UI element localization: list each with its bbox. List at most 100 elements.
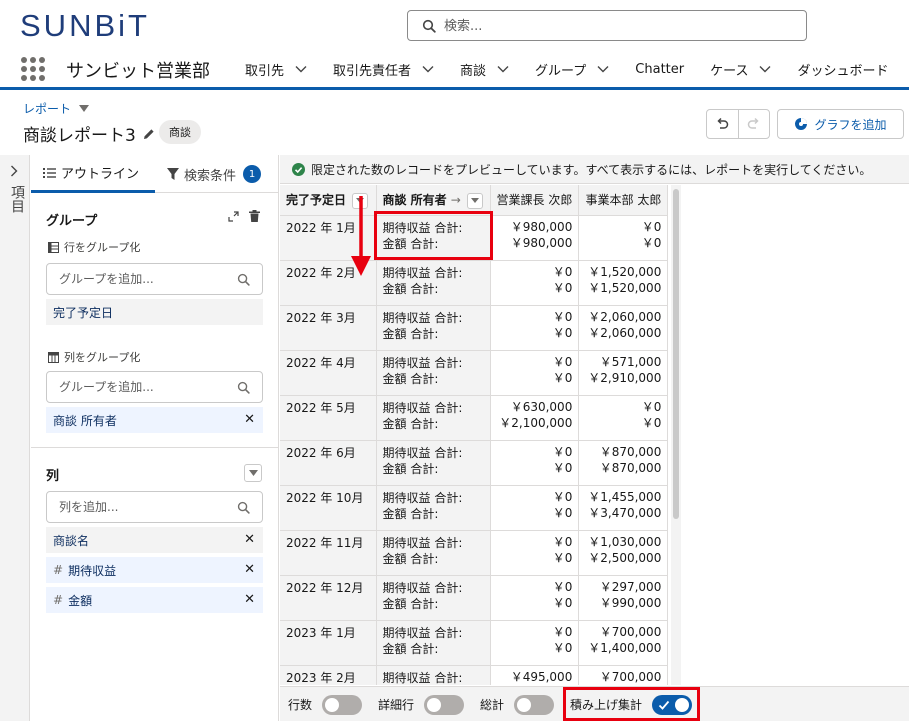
remove-icon[interactable]: ✕ — [244, 532, 255, 547]
owner-col2-values: ￥297,000 ￥990,000 — [578, 575, 669, 621]
undo-button[interactable] — [707, 110, 738, 138]
trash-icon[interactable] — [249, 210, 260, 222]
add-chart-button[interactable]: グラフを追加 — [777, 109, 904, 139]
nav-item-chatter[interactable]: Chatter — [622, 52, 697, 86]
expected-revenue-value: ￥0 — [552, 354, 573, 369]
undo-icon — [717, 117, 729, 129]
owner-col1-values: ￥0 ￥0 — [490, 575, 580, 621]
column-search[interactable] — [46, 491, 263, 523]
expected-revenue-value: ￥700,000 — [599, 669, 662, 684]
detail-rows-switch[interactable] — [424, 694, 465, 715]
nav-item-dashboards[interactable]: ダッシュボード — [784, 52, 901, 86]
column-input[interactable] — [59, 498, 229, 516]
col-group-search[interactable] — [46, 371, 263, 403]
nav-item-accounts[interactable]: 取引先 — [232, 52, 320, 86]
preview-message-bar: 限定された数のレコードをプレビューしています。すべて表示するには、レポートを実行… — [280, 155, 909, 184]
nav-bar: 取引先 取引先責任者 商談 グループ Chatter ケース ダッシュボード — [232, 52, 901, 86]
report-title: 商談レポート3 — [23, 126, 136, 146]
tab-outline-label: アウトライン — [61, 167, 140, 182]
collapse-icon[interactable] — [228, 211, 239, 222]
remove-icon[interactable]: ✕ — [244, 562, 255, 577]
col-group-item-label: 商談 所有者 — [53, 413, 117, 428]
amount-value: ￥2,910,000 — [588, 370, 662, 385]
col-group-input[interactable] — [59, 378, 229, 396]
amount-value: ￥870,000 — [599, 460, 662, 475]
chevron-down-icon[interactable] — [759, 65, 771, 73]
group-rows-label-wrap: 行をグループ化 — [48, 239, 140, 255]
expected-revenue-value: ￥0 — [552, 624, 573, 639]
table-row: 2022 年 2月 期待収益 合計: 金額 合計: ￥0 ￥0 ￥1,520,000 ￥1,… — [280, 260, 669, 306]
report-type-menu[interactable]: レポート — [23, 100, 90, 117]
grand-total-switch[interactable] — [514, 694, 555, 715]
tab-outline[interactable]: アウトライン — [31, 155, 155, 193]
search-input[interactable] — [444, 15, 794, 37]
preview-message: 限定された数のレコードをプレビューしています。すべて表示するには、レポートを実行… — [311, 162, 872, 177]
nav-item-cases[interactable]: ケース — [697, 52, 784, 86]
search-icon — [422, 19, 436, 33]
pencil-icon[interactable] — [143, 128, 155, 140]
row-count-switch[interactable] — [322, 694, 363, 715]
chevron-down-icon[interactable] — [497, 65, 509, 73]
amount-label: 金額 合計: — [382, 326, 439, 341]
nav-item-contacts[interactable]: 取引先責任者 — [320, 52, 447, 86]
nav-item-opportunities[interactable]: 商談 — [447, 52, 522, 86]
row-group-item[interactable]: 完了予定日 — [46, 299, 263, 325]
filter-count-badge: 1 — [243, 165, 262, 183]
caret-down-icon[interactable] — [466, 192, 483, 209]
remove-icon[interactable]: ✕ — [244, 592, 255, 607]
header-label: 完了予定日 — [286, 193, 347, 207]
amount-value: ￥1,520,000 — [588, 280, 662, 295]
table-row: 2023 年 2月期待収益 合計:金額 合計: ￥495,000 ￥700,000 — [280, 665, 669, 685]
tab-filters[interactable]: 検索条件 1 — [167, 155, 279, 193]
redo-button[interactable] — [737, 110, 769, 138]
summary-labels: 期待収益 合計:金額 合計: — [376, 395, 491, 441]
detail-rows-toggle[interactable]: 詳細行 — [378, 687, 465, 722]
global-search[interactable] — [407, 10, 807, 41]
owner-col1-values: ￥0 ￥0 — [490, 620, 580, 666]
column-item[interactable]: # 期待収益 ✕ — [46, 557, 263, 583]
app-launcher-icon[interactable] — [21, 57, 45, 81]
section-divider — [31, 447, 279, 448]
expected-revenue-label: 期待収益 合計: — [382, 490, 463, 505]
chevron-right-icon[interactable] — [10, 165, 18, 177]
owner-col1-values: ￥630,000 ￥2,100,000 — [490, 395, 580, 441]
header-owner-col1[interactable]: 営業課長 次郎 — [490, 185, 580, 216]
owner-col2-values: ￥0 ￥0 — [578, 215, 669, 261]
amount-value: ￥0 — [552, 505, 573, 520]
nav-item-label: 商談 — [460, 63, 487, 79]
columns-menu-button[interactable] — [244, 464, 262, 482]
redo-icon — [747, 117, 759, 129]
expected-revenue-value: ￥980,000 — [510, 219, 573, 234]
summary-labels: 期待収益 合計:金額 合計: — [376, 305, 491, 351]
header-owner-col2[interactable]: 事業本部 太郎 — [578, 185, 669, 216]
row-group-date: 2022 年 3月 — [280, 305, 377, 351]
expected-revenue-label: 期待収益 合計: — [382, 355, 463, 370]
col-group-item[interactable]: 商談 所有者 ✕ — [46, 407, 263, 433]
column-item[interactable]: # 金額 ✕ — [46, 587, 263, 613]
expected-revenue-value: ￥0 — [641, 219, 662, 234]
chevron-down-icon[interactable] — [295, 65, 307, 73]
table-row: 2022 年 12月 期待収益 合計: 金額 合計: ￥0 ￥0 ￥297,000 ￥990… — [280, 575, 669, 621]
chevron-down-icon[interactable] — [422, 65, 434, 73]
nav-item-label: 取引先 — [245, 63, 285, 79]
chevron-down-icon[interactable] — [597, 65, 609, 73]
row-group-input[interactable] — [59, 270, 229, 288]
row-group-date: 2022 年 4月 — [280, 350, 377, 396]
nav-item-groups[interactable]: グループ — [522, 52, 622, 86]
row-group-search[interactable] — [46, 263, 263, 295]
row-count-toggle[interactable]: 行数 — [288, 687, 363, 722]
fields-rail[interactable]: 項目 — [0, 155, 30, 721]
expected-revenue-value: ￥1,520,000 — [588, 264, 662, 279]
remove-icon[interactable]: ✕ — [244, 412, 255, 427]
amount-label: 金額 合計: — [382, 371, 439, 386]
amount-value: ￥990,000 — [599, 595, 662, 610]
column-item[interactable]: 商談名 ✕ — [46, 527, 263, 553]
list-icon — [43, 168, 56, 178]
column-item-label: 金額 — [68, 593, 93, 608]
group-cols-label-wrap: 列をグループ化 — [48, 349, 140, 365]
filter-icon — [167, 168, 179, 180]
vertical-scrollbar[interactable] — [671, 185, 681, 685]
caret-down-icon — [248, 470, 258, 476]
grand-total-toggle[interactable]: 総計 — [480, 687, 555, 722]
report-object-badge: 商談 — [159, 120, 201, 144]
